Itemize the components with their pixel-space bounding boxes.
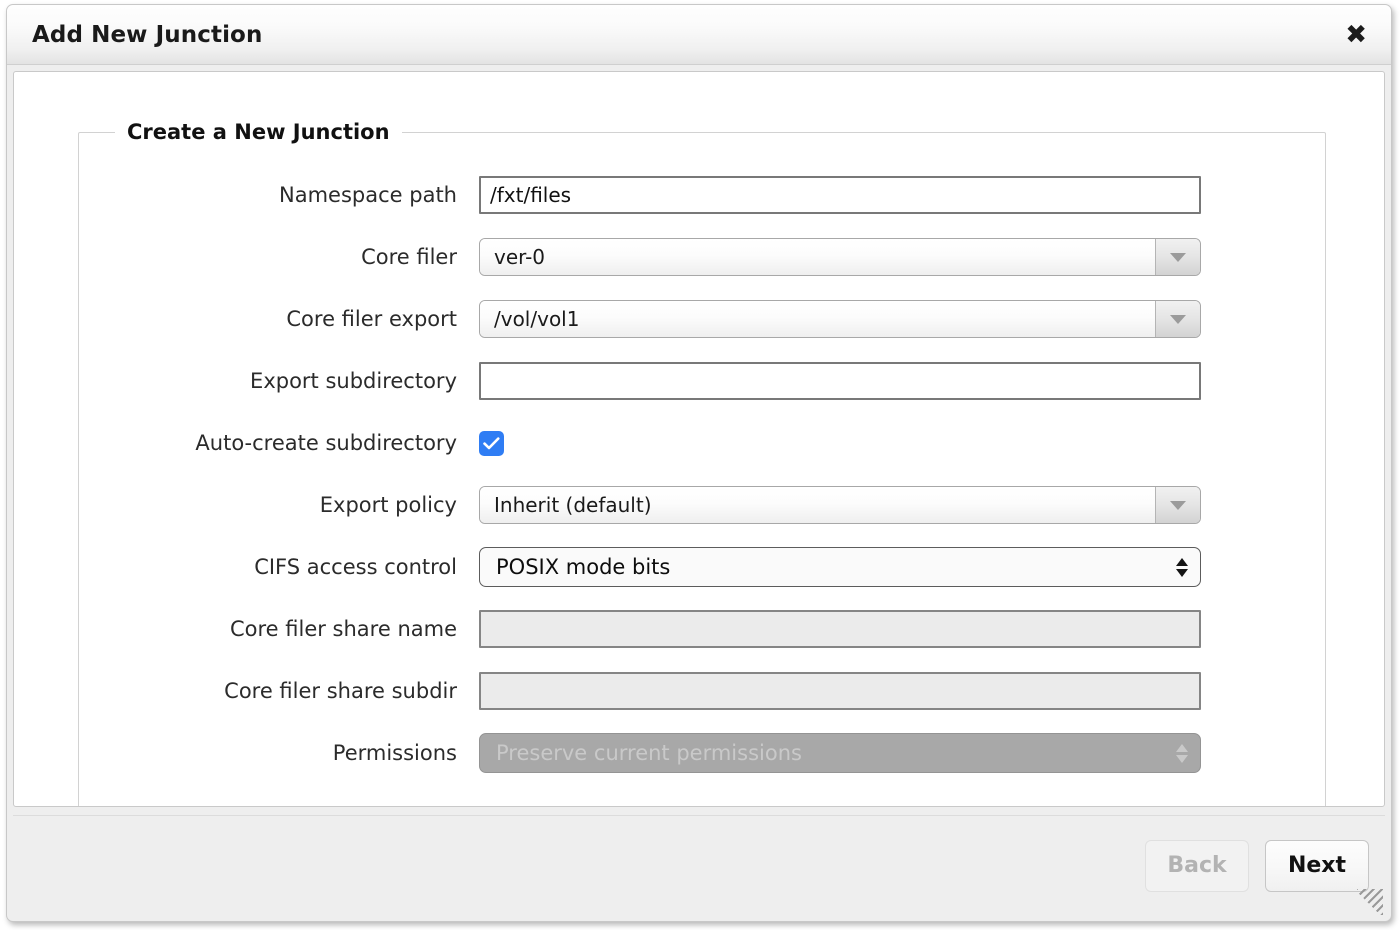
chevron-down-icon	[1176, 754, 1188, 763]
label-auto-create-subdirectory: Auto-create subdirectory	[195, 431, 457, 455]
field-core-filer-share-subdir	[479, 672, 1201, 710]
auto-create-subdirectory-checkbox[interactable]	[479, 430, 504, 456]
create-junction-fieldset: Create a New Junction Namespace path Cor…	[78, 120, 1326, 806]
form-row-core-filer-share-name: Core filer share name	[79, 598, 1325, 660]
field-export-policy: Inherit (default)	[479, 486, 1201, 524]
spinner-arrows-icon	[1176, 557, 1188, 577]
field-cifs-access-control: POSIX mode bits	[479, 547, 1201, 587]
chevron-up-icon	[1176, 557, 1188, 566]
export-policy-dropdown-button[interactable]	[1156, 487, 1200, 523]
label-cifs-access-control: CIFS access control	[254, 555, 457, 579]
checkmark-icon	[483, 436, 500, 449]
back-button[interactable]: Back	[1145, 839, 1249, 892]
fieldset-legend: Create a New Junction	[127, 120, 390, 144]
label-core-filer-share-subdir: Core filer share subdir	[224, 679, 457, 703]
core-filer-export-dropdown-button[interactable]	[1156, 301, 1200, 337]
dialog-title: Add New Junction	[32, 21, 263, 48]
dialog-footer: Back Next	[13, 815, 1385, 915]
resize-grip-icon[interactable]	[1357, 889, 1383, 915]
form-row-cifs-access-control: CIFS access control POSIX mode bits	[79, 536, 1325, 598]
chevron-up-icon	[1176, 743, 1188, 752]
form-row-permissions: Permissions Preserve current permissions	[79, 722, 1325, 784]
chevron-down-icon	[1170, 252, 1186, 262]
permissions-value: Preserve current permissions	[496, 741, 802, 765]
form-row-core-filer: Core filer ver-0	[79, 226, 1325, 288]
field-auto-create-subdirectory	[479, 430, 504, 456]
form-row-namespace-path: Namespace path	[79, 164, 1325, 226]
chevron-down-icon	[1170, 500, 1186, 510]
label-core-filer: Core filer	[361, 245, 457, 269]
label-core-filer-export: Core filer export	[286, 307, 457, 331]
label-core-filer-share-name: Core filer share name	[229, 617, 457, 641]
field-namespace-path	[479, 176, 1201, 214]
spinner-arrows-icon	[1176, 743, 1188, 763]
core-filer-export-combobox[interactable]: /vol/vol1	[479, 300, 1201, 338]
field-permissions: Preserve current permissions	[479, 733, 1201, 773]
next-button[interactable]: Next	[1265, 839, 1369, 892]
close-icon[interactable]: ✖	[1339, 20, 1373, 50]
cifs-access-control-value: POSIX mode bits	[496, 555, 671, 579]
form-row-core-filer-export: Core filer export /vol/vol1	[79, 288, 1325, 350]
export-subdirectory-input[interactable]	[479, 362, 1201, 400]
field-core-filer: ver-0	[479, 238, 1201, 276]
cifs-access-control-select[interactable]: POSIX mode bits	[479, 547, 1201, 587]
form-rows: Namespace path Core filer ver-0	[79, 164, 1325, 784]
label-export-policy: Export policy	[319, 493, 457, 517]
field-core-filer-export: /vol/vol1	[479, 300, 1201, 338]
form-row-core-filer-share-subdir: Core filer share subdir	[79, 660, 1325, 722]
label-permissions: Permissions	[332, 741, 457, 765]
chevron-down-icon	[1176, 568, 1188, 577]
permissions-select: Preserve current permissions	[479, 733, 1201, 773]
label-namespace-path: Namespace path	[279, 183, 457, 207]
form-row-auto-create-subdirectory: Auto-create subdirectory	[79, 412, 1325, 474]
core-filer-dropdown-button[interactable]	[1156, 239, 1200, 275]
form-row-export-policy: Export policy Inherit (default)	[79, 474, 1325, 536]
core-filer-combobox[interactable]: ver-0	[479, 238, 1201, 276]
namespace-path-input[interactable]	[479, 176, 1201, 214]
core-filer-share-subdir-input	[479, 672, 1201, 710]
chevron-down-icon	[1170, 314, 1186, 324]
label-export-subdirectory: Export subdirectory	[250, 369, 457, 393]
core-filer-export-value: /vol/vol1	[480, 301, 1156, 337]
dialog-titlebar: Add New Junction ✖	[7, 5, 1391, 65]
form-row-export-subdirectory: Export subdirectory	[79, 350, 1325, 412]
core-filer-share-name-input	[479, 610, 1201, 648]
field-core-filer-share-name	[479, 610, 1201, 648]
field-export-subdirectory	[479, 362, 1201, 400]
dialog-body: Create a New Junction Namespace path Cor…	[13, 71, 1385, 807]
export-policy-combobox[interactable]: Inherit (default)	[479, 486, 1201, 524]
core-filer-value: ver-0	[480, 239, 1156, 275]
add-new-junction-dialog: Add New Junction ✖ Create a New Junction…	[6, 4, 1392, 922]
export-policy-value: Inherit (default)	[480, 487, 1156, 523]
